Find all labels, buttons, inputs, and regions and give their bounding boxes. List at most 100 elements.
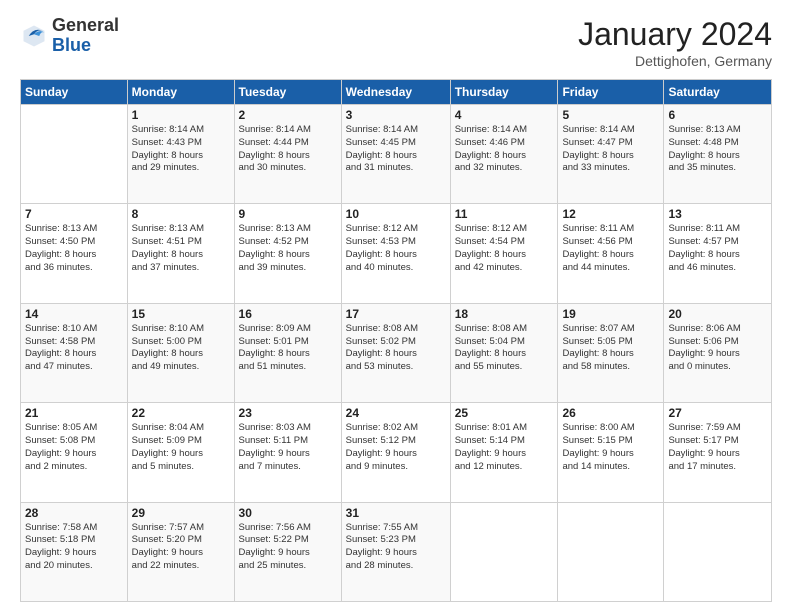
- logo-blue-text: Blue: [52, 36, 119, 56]
- day-info: Sunrise: 8:10 AMSunset: 4:58 PMDaylight:…: [25, 323, 123, 374]
- day-info: Sunrise: 8:14 AMSunset: 4:47 PMDaylight:…: [562, 124, 659, 175]
- month-title: January 2024: [578, 16, 772, 53]
- day-cell: 16 Sunrise: 8:09 AMSunset: 5:01 PMDayligh…: [234, 303, 341, 402]
- day-number: 9: [239, 207, 337, 221]
- day-number: 7: [25, 207, 123, 221]
- day-header-tuesday: Tuesday: [234, 80, 341, 105]
- day-info: Sunrise: 7:59 AMSunset: 5:17 PMDaylight:…: [668, 422, 767, 473]
- day-number: 8: [132, 207, 230, 221]
- day-info: Sunrise: 8:13 AMSunset: 4:48 PMDaylight:…: [668, 124, 767, 175]
- week-row-2: 14 Sunrise: 8:10 AMSunset: 4:58 PMDayligh…: [21, 303, 772, 402]
- header: General Blue January 2024 Dettighofen, G…: [20, 16, 772, 69]
- day-header-sunday: Sunday: [21, 80, 128, 105]
- day-number: 4: [455, 108, 554, 122]
- logo-text: General Blue: [52, 16, 119, 56]
- week-row-1: 7 Sunrise: 8:13 AMSunset: 4:50 PMDaylight…: [21, 204, 772, 303]
- day-number: 29: [132, 506, 230, 520]
- day-number: 14: [25, 307, 123, 321]
- day-cell: 27 Sunrise: 7:59 AMSunset: 5:17 PMDayligh…: [664, 403, 772, 502]
- header-row: SundayMondayTuesdayWednesdayThursdayFrid…: [21, 80, 772, 105]
- day-info: Sunrise: 8:13 AMSunset: 4:50 PMDaylight:…: [25, 223, 123, 274]
- day-header-monday: Monday: [127, 80, 234, 105]
- day-cell: 8 Sunrise: 8:13 AMSunset: 4:51 PMDaylight…: [127, 204, 234, 303]
- day-info: Sunrise: 8:12 AMSunset: 4:53 PMDaylight:…: [346, 223, 446, 274]
- day-cell: 30 Sunrise: 7:56 AMSunset: 5:22 PMDayligh…: [234, 502, 341, 601]
- day-number: 6: [668, 108, 767, 122]
- day-cell: [21, 105, 128, 204]
- day-cell: 29 Sunrise: 7:57 AMSunset: 5:20 PMDayligh…: [127, 502, 234, 601]
- day-cell: 2Sunrise: 8:14 AMSunset: 4:44 PMDaylight…: [234, 105, 341, 204]
- day-number: 19: [562, 307, 659, 321]
- day-cell: 6 Sunrise: 8:13 AMSunset: 4:48 PMDaylight…: [664, 105, 772, 204]
- day-number: 10: [346, 207, 446, 221]
- day-cell: [558, 502, 664, 601]
- day-info: Sunrise: 7:56 AMSunset: 5:22 PMDaylight:…: [239, 522, 337, 573]
- page: General Blue January 2024 Dettighofen, G…: [0, 0, 792, 612]
- day-number: 28: [25, 506, 123, 520]
- day-number: 18: [455, 307, 554, 321]
- day-info: Sunrise: 8:12 AMSunset: 4:54 PMDaylight:…: [455, 223, 554, 274]
- week-row-0: 1 Sunrise: 8:14 AMSunset: 4:43 PMDaylight…: [21, 105, 772, 204]
- day-info: Sunrise: 8:02 AMSunset: 5:12 PMDaylight:…: [346, 422, 446, 473]
- day-number: 11: [455, 207, 554, 221]
- day-info: Sunrise: 8:11 AMSunset: 4:57 PMDaylight:…: [668, 223, 767, 274]
- day-info: Sunrise: 8:04 AMSunset: 5:09 PMDaylight:…: [132, 422, 230, 473]
- location: Dettighofen, Germany: [578, 53, 772, 69]
- day-info: Sunrise: 8:07 AMSunset: 5:05 PMDaylight:…: [562, 323, 659, 374]
- day-cell: 26 Sunrise: 8:00 AMSunset: 5:15 PMDayligh…: [558, 403, 664, 502]
- day-cell: 25Sunrise: 8:01 AMSunset: 5:14 PMDayligh…: [450, 403, 558, 502]
- day-cell: 3 Sunrise: 8:14 AMSunset: 4:45 PMDaylight…: [341, 105, 450, 204]
- day-cell: 10 Sunrise: 8:12 AMSunset: 4:53 PMDayligh…: [341, 204, 450, 303]
- day-number: 30: [239, 506, 337, 520]
- day-number: 24: [346, 406, 446, 420]
- day-info: Sunrise: 7:55 AMSunset: 5:23 PMDaylight:…: [346, 522, 446, 573]
- day-info: Sunrise: 8:09 AMSunset: 5:01 PMDaylight:…: [239, 323, 337, 374]
- day-info: Sunrise: 8:08 AMSunset: 5:02 PMDaylight:…: [346, 323, 446, 374]
- day-number: 12: [562, 207, 659, 221]
- day-cell: 4Sunrise: 8:14 AMSunset: 4:46 PMDaylight…: [450, 105, 558, 204]
- day-cell: 28 Sunrise: 7:58 AMSunset: 5:18 PMDayligh…: [21, 502, 128, 601]
- day-cell: 14 Sunrise: 8:10 AMSunset: 4:58 PMDayligh…: [21, 303, 128, 402]
- day-info: Sunrise: 8:08 AMSunset: 5:04 PMDaylight:…: [455, 323, 554, 374]
- day-info: Sunrise: 8:14 AMSunset: 4:43 PMDaylight:…: [132, 124, 230, 175]
- day-number: 16: [239, 307, 337, 321]
- day-info: Sunrise: 8:13 AMSunset: 4:51 PMDaylight:…: [132, 223, 230, 274]
- day-info: Sunrise: 8:00 AMSunset: 5:15 PMDaylight:…: [562, 422, 659, 473]
- day-cell: 23Sunrise: 8:03 AMSunset: 5:11 PMDayligh…: [234, 403, 341, 502]
- day-info: Sunrise: 7:57 AMSunset: 5:20 PMDaylight:…: [132, 522, 230, 573]
- week-row-3: 21 Sunrise: 8:05 AMSunset: 5:08 PMDayligh…: [21, 403, 772, 502]
- day-number: 17: [346, 307, 446, 321]
- day-number: 27: [668, 406, 767, 420]
- day-number: 3: [346, 108, 446, 122]
- day-cell: 20 Sunrise: 8:06 AMSunset: 5:06 PMDayligh…: [664, 303, 772, 402]
- day-header-friday: Friday: [558, 80, 664, 105]
- day-info: Sunrise: 8:06 AMSunset: 5:06 PMDaylight:…: [668, 323, 767, 374]
- day-cell: [450, 502, 558, 601]
- day-number: 31: [346, 506, 446, 520]
- logo-icon: [20, 22, 48, 50]
- day-info: Sunrise: 8:05 AMSunset: 5:08 PMDaylight:…: [25, 422, 123, 473]
- day-info: Sunrise: 8:14 AMSunset: 4:44 PMDaylight:…: [239, 124, 337, 175]
- day-cell: 12 Sunrise: 8:11 AMSunset: 4:56 PMDayligh…: [558, 204, 664, 303]
- day-number: 13: [668, 207, 767, 221]
- day-info: Sunrise: 7:58 AMSunset: 5:18 PMDaylight:…: [25, 522, 123, 573]
- day-header-saturday: Saturday: [664, 80, 772, 105]
- day-cell: 15Sunrise: 8:10 AMSunset: 5:00 PMDayligh…: [127, 303, 234, 402]
- day-cell: 5 Sunrise: 8:14 AMSunset: 4:47 PMDaylight…: [558, 105, 664, 204]
- day-cell: 22Sunrise: 8:04 AMSunset: 5:09 PMDayligh…: [127, 403, 234, 502]
- day-number: 21: [25, 406, 123, 420]
- day-cell: 7 Sunrise: 8:13 AMSunset: 4:50 PMDaylight…: [21, 204, 128, 303]
- day-number: 26: [562, 406, 659, 420]
- day-cell: 11 Sunrise: 8:12 AMSunset: 4:54 PMDayligh…: [450, 204, 558, 303]
- day-cell: 24 Sunrise: 8:02 AMSunset: 5:12 PMDayligh…: [341, 403, 450, 502]
- calendar-header: SundayMondayTuesdayWednesdayThursdayFrid…: [21, 80, 772, 105]
- day-cell: [664, 502, 772, 601]
- day-number: 20: [668, 307, 767, 321]
- day-number: 5: [562, 108, 659, 122]
- day-number: 1: [132, 108, 230, 122]
- title-block: January 2024 Dettighofen, Germany: [578, 16, 772, 69]
- day-info: Sunrise: 8:03 AMSunset: 5:11 PMDaylight:…: [239, 422, 337, 473]
- calendar: SundayMondayTuesdayWednesdayThursdayFrid…: [20, 79, 772, 602]
- day-info: Sunrise: 8:14 AMSunset: 4:45 PMDaylight:…: [346, 124, 446, 175]
- day-info: Sunrise: 8:11 AMSunset: 4:56 PMDaylight:…: [562, 223, 659, 274]
